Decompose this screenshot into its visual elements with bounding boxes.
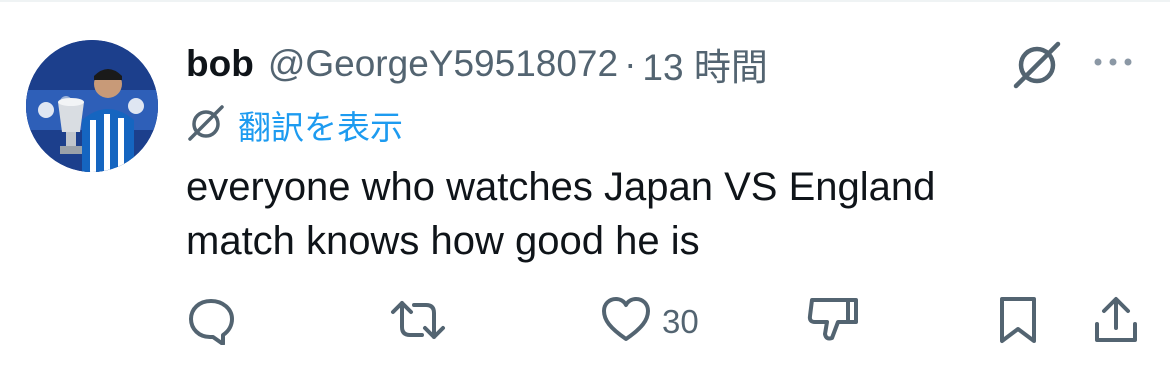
more-options-icon[interactable] [1090,52,1136,72]
share-icon [1092,294,1140,351]
display-name[interactable]: bob [186,43,254,85]
bookmark-icon [996,295,1040,350]
heart-icon [600,295,652,350]
reply-icon [186,295,236,350]
user-handle[interactable]: @GeorgeY59518072 [268,43,618,85]
like-count: 30 [662,303,699,340]
top-divider [0,0,1170,2]
retweet-icon [390,295,446,350]
tweet-text-line-1: everyone who watches Japan VS England [186,165,936,209]
tweet-text: everyone who watches Japan VS England ma… [186,160,1146,268]
dislike-icon [806,294,860,351]
bookmark-button[interactable] [996,296,1040,348]
like-button[interactable]: 30 [600,296,699,348]
tweet-header: bob @GeorgeY59518072 · 13 時間 [186,36,768,92]
grok-icon[interactable] [1010,38,1064,92]
translate-label: 翻訳を表示 [238,109,403,146]
grok-translate-icon [186,103,226,148]
timestamp[interactable]: 13 時間 [642,37,767,91]
reply-button[interactable] [186,296,236,348]
show-translation-button[interactable]: 翻訳を表示 [186,102,403,148]
retweet-button[interactable] [390,296,446,348]
tweet-text-line-2: match knows how good he is [186,219,700,263]
share-button[interactable] [1092,296,1140,348]
dislike-button[interactable] [806,296,860,348]
avatar[interactable] [26,40,158,172]
separator-dot: · [624,43,637,84]
